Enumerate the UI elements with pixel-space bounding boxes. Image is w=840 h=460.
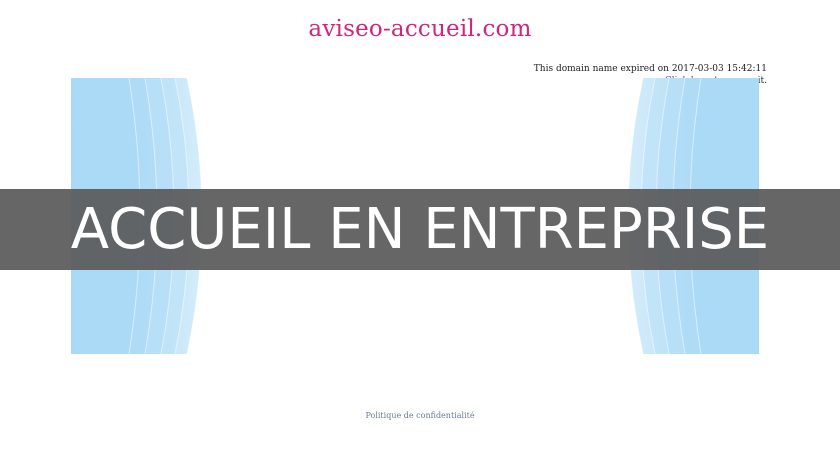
- title-banner: ACCUEIL EN ENTREPRISE: [0, 189, 840, 270]
- privacy-policy-link[interactable]: Politique de confidentialité: [0, 411, 840, 420]
- banner-title: ACCUEIL EN ENTREPRISE: [70, 197, 770, 262]
- domain-title: aviseo-accueil.com: [308, 16, 532, 42]
- expired-text: This domain name expired on 2017-03-03 1…: [533, 64, 767, 74]
